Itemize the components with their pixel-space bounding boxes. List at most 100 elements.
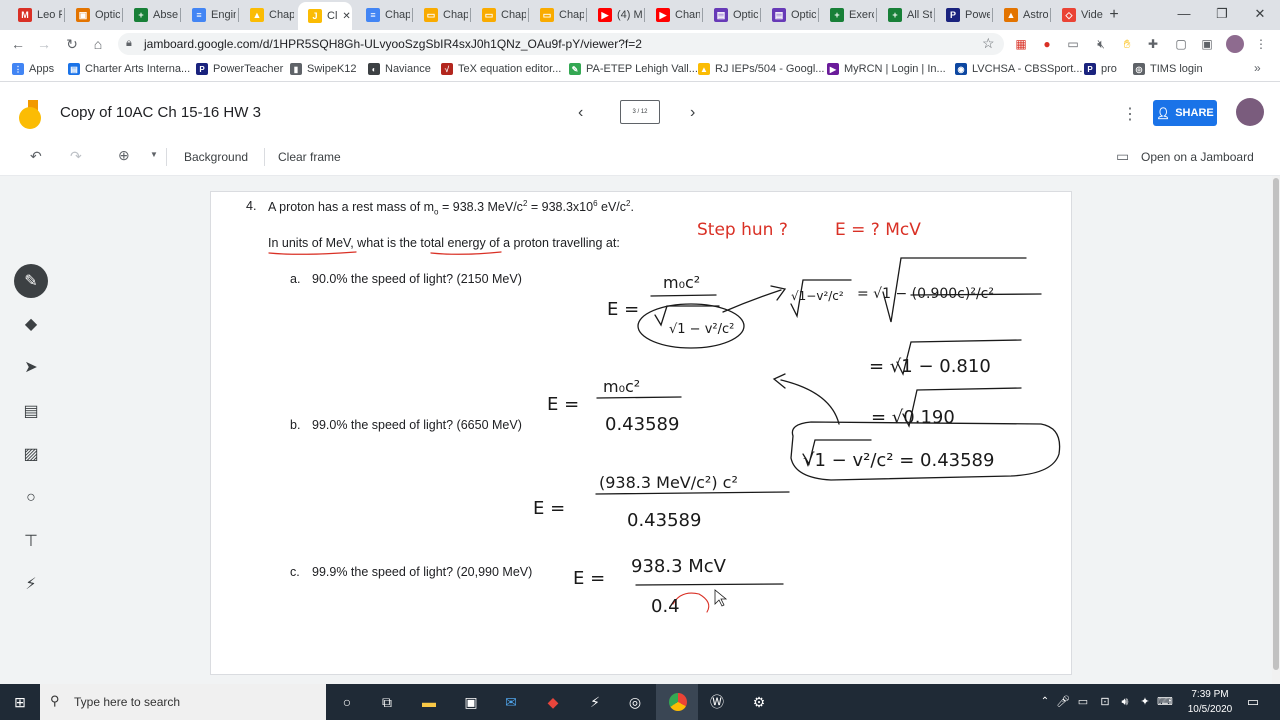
redo-icon[interactable]: ↷	[70, 148, 82, 165]
browser-tab[interactable]: ▶ Chan	[646, 4, 700, 26]
bookmark-item[interactable]: ◐ Naviance	[368, 63, 431, 75]
keyboard-icon[interactable]: ⌨	[1154, 692, 1176, 712]
open-on-jamboard-button[interactable]: Open on a Jamboard	[1141, 150, 1254, 164]
sticky-note-icon[interactable]: ▤	[10, 393, 52, 429]
back-icon[interactable]: ←	[8, 35, 28, 53]
share-button[interactable]: 👤︎ SHARE	[1153, 100, 1217, 126]
browser-tab[interactable]: ◇ Vide	[1052, 4, 1106, 26]
browser-tab[interactable]: P Powe	[936, 4, 990, 26]
browser-tab[interactable]: ▭ Chap	[472, 4, 526, 26]
bookmark-item[interactable]: P PowerTeacher	[196, 63, 283, 75]
clock-time[interactable]: 7:39 PM	[1180, 689, 1240, 700]
zoom-dropdown-icon[interactable]: ▼	[150, 150, 158, 159]
pen-tool-icon[interactable]: ✎	[14, 264, 48, 298]
forward-icon[interactable]: →	[34, 35, 54, 53]
store-icon[interactable]: ▣	[460, 692, 482, 712]
windows-taskbar: ⊞ ⚲ Type here to search ○ ⧉ ▬ ▣ ✉ ◆ ⚡︎ ◎…	[0, 684, 1280, 720]
bookmark-item[interactable]: ▤ Charter Arts Interna...	[68, 63, 190, 75]
more-options-icon[interactable]: ⋮	[1122, 104, 1138, 124]
background-button[interactable]: Background	[184, 150, 248, 164]
browser-tab[interactable]: M Leo F	[8, 4, 62, 26]
browser-menu-icon[interactable]: ⋮	[1254, 37, 1268, 51]
extension-hand-icon[interactable]: ✋︎	[1120, 37, 1134, 51]
next-frame-icon[interactable]: ›	[690, 104, 695, 122]
bookmark-item[interactable]: ⋮ Apps	[12, 63, 54, 75]
cast-icon[interactable]: ▢	[1174, 37, 1188, 51]
eraser-tool-icon[interactable]: ◆	[10, 306, 52, 342]
home-icon[interactable]: ⌂	[88, 35, 108, 53]
browser-tab[interactable]: ≡ Chap	[356, 4, 410, 26]
battery-icon[interactable]: ▭	[1072, 692, 1094, 712]
extensions-puzzle-icon[interactable]: ✚	[1146, 37, 1160, 51]
browser-tab[interactable]: ▲ Chap	[240, 4, 294, 26]
network-icon[interactable]: ⊡	[1094, 692, 1116, 712]
browser-tab[interactable]: ≡ Engin	[182, 4, 236, 26]
app-aperture-icon[interactable]: ◎	[624, 692, 646, 712]
scrollbar-thumb[interactable]	[1273, 178, 1279, 670]
browser-tab[interactable]: ▤ Optic	[704, 4, 758, 26]
dropbox-icon[interactable]: ✦	[1134, 692, 1156, 712]
browser-tab[interactable]: ▭ Chap	[414, 4, 468, 26]
browser-tab[interactable]: ▣ Optic	[66, 4, 120, 26]
bookmark-item[interactable]: √ TeX equation editor...	[441, 63, 561, 75]
windows-start-icon[interactable]: ⊞	[9, 692, 31, 712]
text-box-icon[interactable]: ⊤	[10, 523, 52, 559]
task-view-icon[interactable]: ⧉	[376, 692, 398, 712]
zoom-icon[interactable]: ⊕	[118, 147, 130, 164]
browser-tab[interactable]: + Abse	[124, 4, 178, 26]
add-image-icon[interactable]: ▨	[10, 436, 52, 472]
close-tab-icon[interactable]: ✕	[342, 11, 350, 22]
circle-tool-icon[interactable]: ○	[10, 480, 52, 516]
app-red-diamond-icon[interactable]: ◆	[542, 692, 564, 712]
chrome-taskbar-active[interactable]	[656, 684, 698, 720]
mail-icon[interactable]: ✉	[500, 692, 522, 712]
taskbar-search[interactable]: ⚲ Type here to search	[40, 684, 326, 720]
cortana-icon[interactable]: ○	[336, 692, 358, 712]
extension-record-icon[interactable]: ●	[1040, 37, 1054, 51]
clock-date[interactable]: 10/5/2020	[1180, 704, 1240, 715]
more-bookmarks-icon[interactable]: »	[1254, 61, 1261, 75]
bookmark-item[interactable]: ▶ MyRCN | Login | In...	[827, 63, 946, 75]
bookmark-item[interactable]: ▲ RJ IEPs/504 - Googl...	[698, 63, 824, 75]
laser-tool-icon[interactable]: ⚡︎	[10, 566, 52, 602]
browser-tab[interactable]: + All St	[878, 4, 932, 26]
reload-icon[interactable]: ↻	[62, 35, 82, 53]
document-title[interactable]: Copy of 10AC Ch 15-16 HW 3	[60, 104, 261, 121]
browser-tab[interactable]: ▭ Chap	[530, 4, 584, 26]
bookmark-item[interactable]: ◉ LVCHSA - CBSSport...	[955, 63, 1082, 75]
browser-tab[interactable]: ▤ Optic	[762, 4, 816, 26]
settings-gear-icon[interactable]: ⚙	[748, 692, 770, 712]
volume-icon[interactable]: 🔊︎	[1114, 692, 1136, 712]
microphone-icon[interactable]: 🎤︎	[1052, 692, 1074, 712]
profile-avatar[interactable]	[1226, 35, 1244, 53]
extension-panel-icon[interactable]: ▭	[1066, 37, 1080, 51]
bookmark-star-icon[interactable]: ☆	[982, 35, 995, 52]
account-avatar[interactable]	[1236, 98, 1264, 126]
clear-frame-button[interactable]: Clear frame	[278, 150, 341, 164]
minimize-icon[interactable]: —	[1164, 4, 1204, 24]
bookmark-item[interactable]: ✎ PA-ETEP Lehigh Vall...	[569, 63, 698, 75]
browser-tab[interactable]: J Cl ✕	[298, 2, 352, 30]
new-tab-button[interactable]: +	[1104, 5, 1124, 25]
app-w-icon[interactable]: Ⓦ	[706, 692, 728, 712]
extension-grid-icon[interactable]: ▦	[1014, 37, 1028, 51]
select-tool-icon[interactable]: ➤	[10, 349, 52, 385]
file-explorer-icon[interactable]: ▬	[418, 692, 440, 712]
notifications-icon[interactable]: ▭	[1242, 692, 1264, 712]
undo-icon[interactable]: ↶	[30, 148, 42, 165]
browser-tab[interactable]: ▶ (4) M	[588, 4, 642, 26]
address-bar[interactable]: 🔒︎ jamboard.google.com/d/1HPR5SQH8Gh-ULv…	[118, 33, 1004, 55]
browser-tab[interactable]: + Exerc	[820, 4, 874, 26]
previous-frame-icon[interactable]: ‹	[578, 104, 583, 122]
bookmark-item[interactable]: Ppro	[1084, 63, 1117, 75]
jam-frame[interactable]: 4. A proton has a rest mass of mo = 938.…	[210, 191, 1072, 675]
app-lightning-icon[interactable]: ⚡︎	[584, 692, 606, 712]
browser-tab[interactable]: ▲ Astro	[994, 4, 1048, 26]
bookmark-item[interactable]: ◎ TIMS login	[1133, 63, 1203, 75]
close-window-icon[interactable]: ✕	[1240, 4, 1280, 24]
maximize-icon[interactable]: ❐	[1202, 4, 1242, 24]
extension-square-icon[interactable]: ▣	[1200, 37, 1214, 51]
mute-icon[interactable]: 🔇︎	[1094, 37, 1108, 51]
frame-selector[interactable]: 3 / 12	[620, 100, 660, 124]
bookmark-item[interactable]: ▮ SwipeK12	[290, 63, 357, 75]
